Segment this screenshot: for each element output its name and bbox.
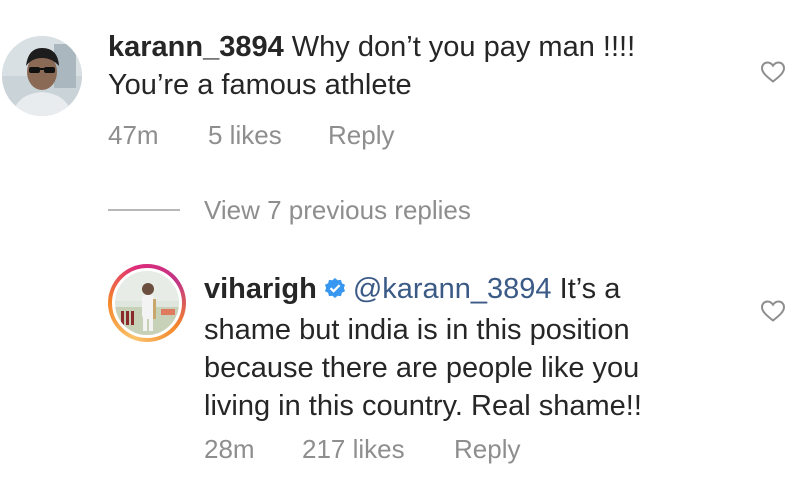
story-ring[interactable] [108, 264, 186, 342]
verified-badge-icon [323, 273, 347, 311]
heart-outline-icon[interactable] [760, 60, 786, 89]
comment-username[interactable]: karann_3894 [108, 31, 284, 63]
reply-button[interactable]: Reply [454, 434, 520, 464]
reply-button[interactable]: Reply [328, 120, 394, 150]
reply-likes[interactable]: 217 likes [302, 434, 405, 464]
avatar-karann[interactable] [2, 36, 82, 116]
reply-body: viharigh @karann_3894 It’s a shame but in… [204, 270, 704, 425]
reply-time: 28m [204, 434, 255, 464]
avatar-viharigh[interactable] [112, 268, 182, 338]
comments-panel: karann_3894 Why don’t you pay man !!!! Y… [0, 0, 800, 500]
reply-username[interactable]: viharigh [204, 273, 317, 305]
view-previous-replies[interactable]: View 7 previous replies [108, 195, 508, 225]
reply-meta: 28m 217 likes Reply [204, 434, 604, 464]
comment-meta: 47m 5 likes Reply [108, 120, 508, 150]
mention-link[interactable]: @karann_3894 [353, 273, 552, 305]
avatar-photo [115, 271, 179, 335]
comment-likes[interactable]: 5 likes [208, 120, 282, 150]
view-replies-label[interactable]: View 7 previous replies [204, 195, 471, 225]
heart-outline-icon[interactable] [760, 299, 786, 328]
comment-body: karann_3894 Why don’t you pay man !!!! Y… [108, 28, 668, 104]
comment-time: 47m [108, 120, 159, 150]
replies-divider-line [108, 209, 180, 211]
avatar-photo [2, 36, 82, 116]
